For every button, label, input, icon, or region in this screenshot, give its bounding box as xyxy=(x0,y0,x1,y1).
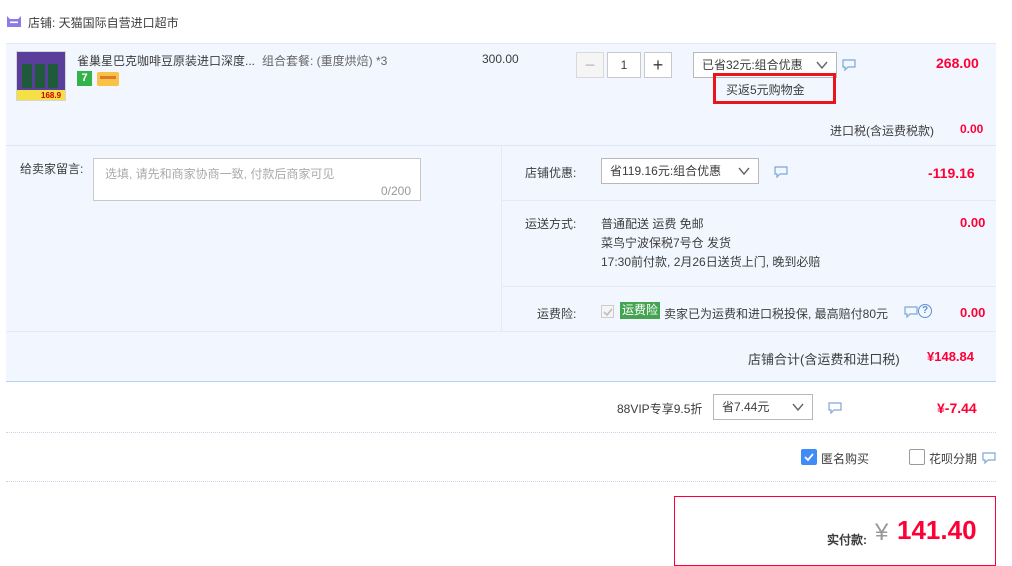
import-tax-value: 0.00 xyxy=(960,122,984,136)
insurance-checkbox xyxy=(601,305,614,318)
huabei-checkbox[interactable] xyxy=(909,449,925,465)
shop-total-label: 店铺合计(含运费和进口税) xyxy=(748,352,900,367)
comment-icon[interactable] xyxy=(842,59,856,71)
promo-tip: 买返5元购物金 xyxy=(726,83,805,97)
seven-day-return-badge: 7 xyxy=(77,71,92,86)
shipping-delivery-promise: 17:30前付款, 2月26日送货上门, 晚到必赔 xyxy=(601,255,821,269)
seven-day-return-badge-text: 7 xyxy=(81,72,88,84)
anonymous-label[interactable]: 匿名购买 xyxy=(821,450,869,467)
insurance-value: 0.00 xyxy=(960,305,986,320)
payment-summary-box: 实付款: ¥ 141.40 xyxy=(674,496,996,566)
insurance-label: 运费险: xyxy=(537,307,577,321)
increase-button[interactable]: + xyxy=(644,52,672,78)
message-label: 给卖家留言: xyxy=(20,162,84,176)
tmall-cat-icon xyxy=(7,16,21,27)
insurance-description: 卖家已为运费和进口税投保, 最高赔付80元 xyxy=(664,307,889,321)
divider-dotted xyxy=(6,481,996,482)
shop-discount-select-value: 省119.16元:组合优惠 xyxy=(610,164,722,178)
comment-icon[interactable] xyxy=(904,306,918,318)
shipping-label: 运送方式: xyxy=(525,217,577,231)
shipping-method: 普通配送 运费 免邮 xyxy=(601,217,704,231)
panel-divider-insurance xyxy=(502,286,996,287)
payment-label: 实付款: xyxy=(827,533,867,547)
shop-discount-select[interactable]: 省119.16元:组合优惠 xyxy=(601,158,759,184)
item-subtotal: 268.00 xyxy=(936,55,979,71)
message-counter: 0/200 xyxy=(380,184,411,198)
vip-discount-select-value: 省7.44元 xyxy=(722,400,770,414)
decrease-button[interactable]: − xyxy=(576,52,604,78)
shipping-value: 0.00 xyxy=(960,215,986,230)
quantity-stepper: − 1 + xyxy=(576,52,672,78)
check-icon xyxy=(603,308,613,317)
vip-discount-select[interactable]: 省7.44元 xyxy=(713,394,813,420)
product-title[interactable]: 雀巢星巴克咖啡豆原装进口深度... xyxy=(77,52,255,69)
vip-label: 88VIP专享9.5折 xyxy=(617,402,703,416)
help-icon[interactable]: ? xyxy=(918,304,932,318)
panel-divider-shipping xyxy=(502,200,996,201)
card-payment-icon xyxy=(97,72,119,86)
message-textarea[interactable]: 选填, 请先和商家协商一致, 付款后商家可见 0/200 xyxy=(93,158,421,201)
comment-icon[interactable] xyxy=(982,452,996,464)
vip-discount-value: ¥-7.44 xyxy=(937,400,977,416)
divider-dotted xyxy=(6,432,996,433)
shop-name[interactable]: 店铺: 天猫国际自营进口超市 xyxy=(28,14,179,31)
insurance-tag: 运费险 xyxy=(620,302,661,319)
message-placeholder: 选填, 请先和商家协商一致, 付款后商家可见 xyxy=(105,167,335,181)
import-tax-label: 进口税(含运费税款) xyxy=(830,124,934,138)
chevron-down-icon xyxy=(792,403,804,412)
anonymous-checkbox[interactable] xyxy=(801,449,817,465)
shop-discount-label: 店铺优惠: xyxy=(525,166,577,180)
chevron-down-icon xyxy=(816,61,828,70)
chevron-down-icon xyxy=(738,167,750,176)
panel-divider-total xyxy=(6,331,996,332)
item-promo-select-value: 已省32元:组合优惠 xyxy=(702,58,803,72)
shop-total-value: ¥148.84 xyxy=(927,349,974,364)
comment-icon[interactable] xyxy=(828,402,842,414)
comment-icon[interactable] xyxy=(774,166,788,178)
payment-amount: 141.40 xyxy=(897,515,977,545)
product-sku: 组合套餐: (重度烘焙) *3 xyxy=(262,54,388,68)
product-thumbnail[interactable]: 168.9 xyxy=(16,51,66,101)
shop-discount-value: -119.16 xyxy=(928,165,975,181)
huabei-label[interactable]: 花呗分期 xyxy=(929,450,977,467)
thumbnail-price: 168.9 xyxy=(41,91,62,100)
check-icon xyxy=(804,453,814,462)
quantity-input[interactable]: 1 xyxy=(607,52,641,78)
payment-currency: ¥ xyxy=(875,519,889,546)
panel-divider-vertical xyxy=(501,146,502,331)
shipping-warehouse: 菜鸟宁波保税7号仓 发货 xyxy=(601,236,732,250)
unit-price: 300.00 xyxy=(482,52,519,66)
